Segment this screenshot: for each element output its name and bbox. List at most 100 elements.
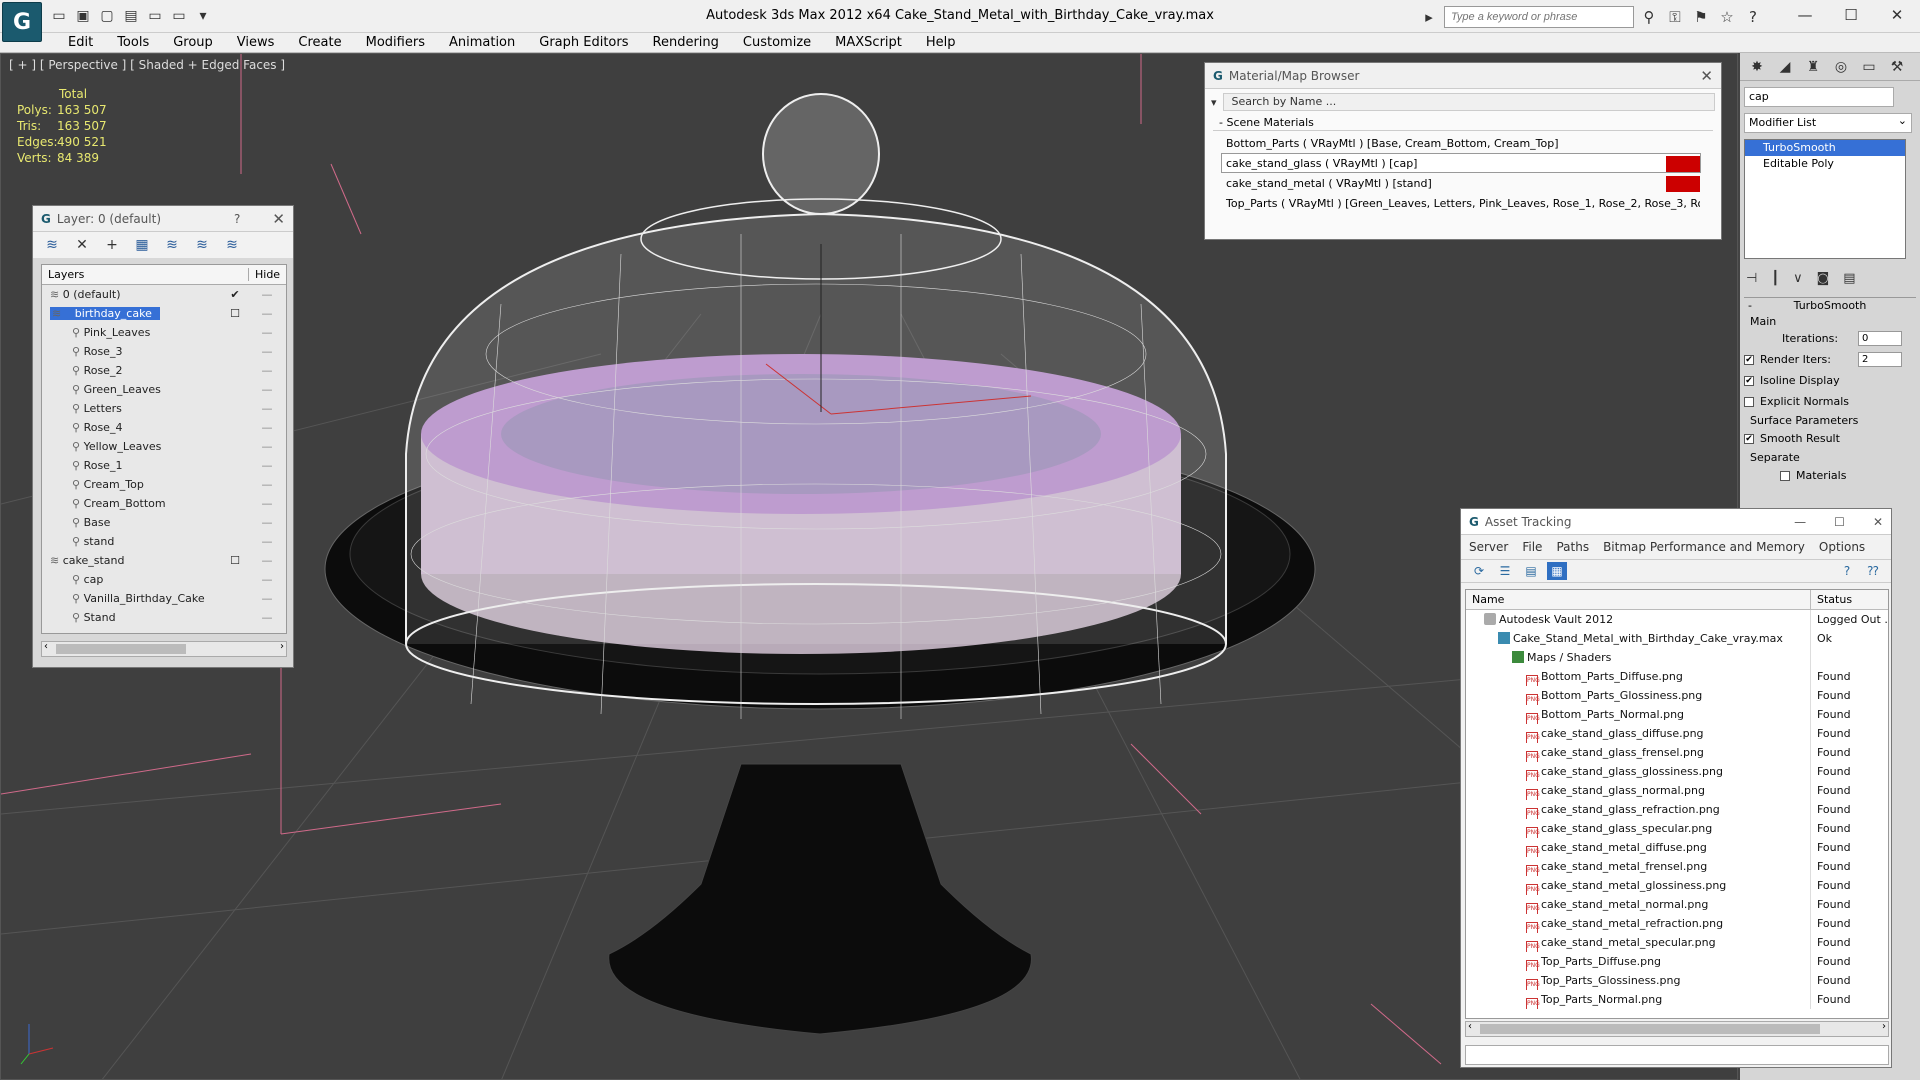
- asset-row[interactable]: PNGcake_stand_metal_diffuse.png Found: [1466, 838, 1888, 857]
- asset-row[interactable]: PNGcake_stand_glass_specular.png Found: [1466, 819, 1888, 838]
- create-layer-icon[interactable]: ≋: [41, 235, 63, 255]
- menu-options[interactable]: Options: [1819, 540, 1865, 554]
- minimize-icon[interactable]: —: [1794, 515, 1806, 529]
- asset-row[interactable]: PNGBottom_Parts_Diffuse.png Found: [1466, 667, 1888, 686]
- materials-checkbox[interactable]: [1780, 470, 1790, 481]
- asset-row[interactable]: Maps / Shaders: [1466, 648, 1888, 667]
- scene-materials-group[interactable]: - Scene Materials: [1213, 115, 1713, 131]
- asset-row[interactable]: PNGTop_Parts_Diffuse.png Found: [1466, 952, 1888, 971]
- menu-create[interactable]: Create: [286, 35, 353, 50]
- asset-row[interactable]: PNGcake_stand_metal_glossiness.png Found: [1466, 876, 1888, 895]
- close-icon[interactable]: ✕: [272, 210, 285, 228]
- material-row[interactable]: Bottom_Parts ( VRayMtl ) [Base, Cream_Bo…: [1221, 133, 1701, 153]
- asset-table[interactable]: Name Status Autodesk Vault 2012 Logged Ou…: [1465, 589, 1889, 1019]
- asset-row[interactable]: PNGcake_stand_glass_refraction.png Found: [1466, 800, 1888, 819]
- hide-toggle[interactable]: —: [248, 478, 286, 491]
- chevron-right-icon[interactable]: ▸: [1418, 6, 1440, 28]
- hide-toggle[interactable]: —: [248, 516, 286, 529]
- key-icon[interactable]: ⚿: [1664, 6, 1686, 28]
- col-layers[interactable]: Layers: [42, 268, 248, 281]
- close-icon[interactable]: ✕: [1700, 67, 1713, 85]
- hide-toggle[interactable]: —: [248, 383, 286, 396]
- refresh-icon[interactable]: ⟳: [1469, 562, 1489, 580]
- asset-row[interactable]: PNGcake_stand_glass_frensel.png Found: [1466, 743, 1888, 762]
- modify-tab-icon[interactable]: ◢: [1772, 55, 1798, 79]
- asset-row[interactable]: PNGcake_stand_metal_frensel.png Found: [1466, 857, 1888, 876]
- freeze-all-icon[interactable]: ≋: [221, 235, 243, 255]
- asset-row[interactable]: PNGcake_stand_metal_normal.png Found: [1466, 895, 1888, 914]
- search-options-icon[interactable]: ▾: [1211, 96, 1217, 109]
- app-logo-button[interactable]: G: [2, 2, 42, 42]
- asset-row[interactable]: PNGTop_Parts_Glossiness.png Found: [1466, 971, 1888, 990]
- layer-list[interactable]: Layers Hide ≋ 0 (default) ✔ — ≋ birthday_ca…: [41, 264, 287, 634]
- scroll-right-icon[interactable]: ›: [280, 641, 284, 652]
- modifier-stack[interactable]: TurboSmooth Editable Poly: [1744, 139, 1906, 259]
- layer-row[interactable]: ⚲ Rose_4 —: [42, 418, 286, 437]
- hide-toggle[interactable]: —: [248, 611, 286, 624]
- help-button[interactable]: ?: [234, 212, 240, 226]
- scroll-left-icon[interactable]: ‹: [1468, 1021, 1472, 1032]
- star-icon[interactable]: ☆: [1716, 6, 1738, 28]
- asset-row[interactable]: PNGBottom_Parts_Glossiness.png Found: [1466, 686, 1888, 705]
- asset-path-field[interactable]: [1465, 1045, 1889, 1065]
- stack-item-editable-poly[interactable]: Editable Poly: [1745, 156, 1905, 172]
- material-row[interactable]: cake_stand_metal ( VRayMtl ) [stand]: [1221, 173, 1701, 193]
- pin-stack-icon[interactable]: ⊣: [1746, 271, 1757, 286]
- material-browser-titlebar[interactable]: G Material/Map Browser ✕: [1205, 63, 1721, 89]
- utilities-tab-icon[interactable]: ⚒: [1884, 55, 1910, 79]
- asset-row[interactable]: PNGcake_stand_glass_normal.png Found: [1466, 781, 1888, 800]
- menu-customize[interactable]: Customize: [731, 35, 823, 50]
- binoculars-icon[interactable]: ⚲: [1638, 6, 1660, 28]
- menu-graph-editors[interactable]: Graph Editors: [527, 35, 640, 50]
- hierarchy-tab-icon[interactable]: ♜: [1800, 55, 1826, 79]
- maximize-icon[interactable]: ☐: [1834, 515, 1845, 529]
- close-icon[interactable]: ✕: [1874, 0, 1920, 30]
- turbosmooth-rollout-header[interactable]: - TurboSmooth: [1744, 297, 1916, 313]
- smooth-result-checkbox[interactable]: ✔: [1744, 433, 1754, 444]
- help-icon[interactable]: ?: [1837, 562, 1857, 580]
- horizontal-scrollbar[interactable]: ‹ ›: [1465, 1021, 1889, 1037]
- maximize-icon[interactable]: ☐: [1828, 0, 1874, 30]
- menu-file[interactable]: File: [1522, 540, 1542, 554]
- layer-row[interactable]: ⚲ Green_Leaves —: [42, 380, 286, 399]
- layer-row[interactable]: ≋ 0 (default) ✔ —: [42, 285, 286, 304]
- col-name[interactable]: Name: [1466, 590, 1810, 609]
- motion-tab-icon[interactable]: ◎: [1828, 55, 1854, 79]
- menu-rendering[interactable]: Rendering: [641, 35, 731, 50]
- minimize-icon[interactable]: —: [1782, 0, 1828, 30]
- layer-row[interactable]: ⚲ Rose_2 —: [42, 361, 286, 380]
- help-icon[interactable]: ?: [1742, 6, 1764, 28]
- layer-row[interactable]: ⚲ Stand —: [42, 608, 286, 627]
- material-row[interactable]: Top_Parts ( VRayMtl ) [Green_Leaves, Let…: [1221, 193, 1701, 213]
- object-name-field[interactable]: cap: [1744, 87, 1894, 107]
- layer-row[interactable]: ≋ cake_stand ☐ —: [42, 551, 286, 570]
- asset-row[interactable]: PNGcake_stand_metal_refraction.png Found: [1466, 914, 1888, 933]
- subscription-icon[interactable]: ⚑: [1690, 6, 1712, 28]
- menu-views[interactable]: Views: [225, 35, 287, 50]
- menu-bitmap-performance[interactable]: Bitmap Performance and Memory: [1603, 540, 1805, 554]
- delete-layer-icon[interactable]: ✕: [71, 235, 93, 255]
- context-help-icon[interactable]: ⁇: [1863, 562, 1883, 580]
- asset-row[interactable]: Autodesk Vault 2012 Logged Out ...: [1466, 610, 1888, 629]
- scroll-left-icon[interactable]: ‹: [44, 641, 48, 652]
- col-status[interactable]: Status: [1810, 590, 1888, 609]
- keyword-search-input[interactable]: [1444, 6, 1634, 28]
- show-end-result-icon[interactable]: ┃: [1771, 271, 1779, 286]
- layer-row[interactable]: ⚲ Rose_3 —: [42, 342, 286, 361]
- menu-animation[interactable]: Animation: [437, 35, 527, 50]
- select-in-layer-icon[interactable]: ▦: [131, 235, 153, 255]
- material-row[interactable]: cake_stand_glass ( VRayMtl ) [cap]: [1221, 153, 1701, 173]
- hide-toggle[interactable]: —: [248, 326, 286, 339]
- horizontal-scrollbar[interactable]: ‹ ›: [41, 641, 287, 657]
- create-tab-icon[interactable]: ✸: [1744, 55, 1770, 79]
- hide-toggle[interactable]: —: [248, 307, 286, 320]
- layer-row[interactable]: ⚲ Pink_Leaves —: [42, 323, 286, 342]
- display-tab-icon[interactable]: ▭: [1856, 55, 1882, 79]
- hide-toggle[interactable]: —: [248, 421, 286, 434]
- remove-modifier-icon[interactable]: ◙: [1817, 271, 1830, 286]
- render-iters-spinner[interactable]: 2: [1858, 352, 1902, 367]
- hide-toggle[interactable]: —: [248, 497, 286, 510]
- hide-toggle[interactable]: —: [248, 440, 286, 453]
- viewport-label[interactable]: [ + ] [ Perspective ] [ Shaded + Edged F…: [9, 58, 285, 72]
- menu-server[interactable]: Server: [1469, 540, 1508, 554]
